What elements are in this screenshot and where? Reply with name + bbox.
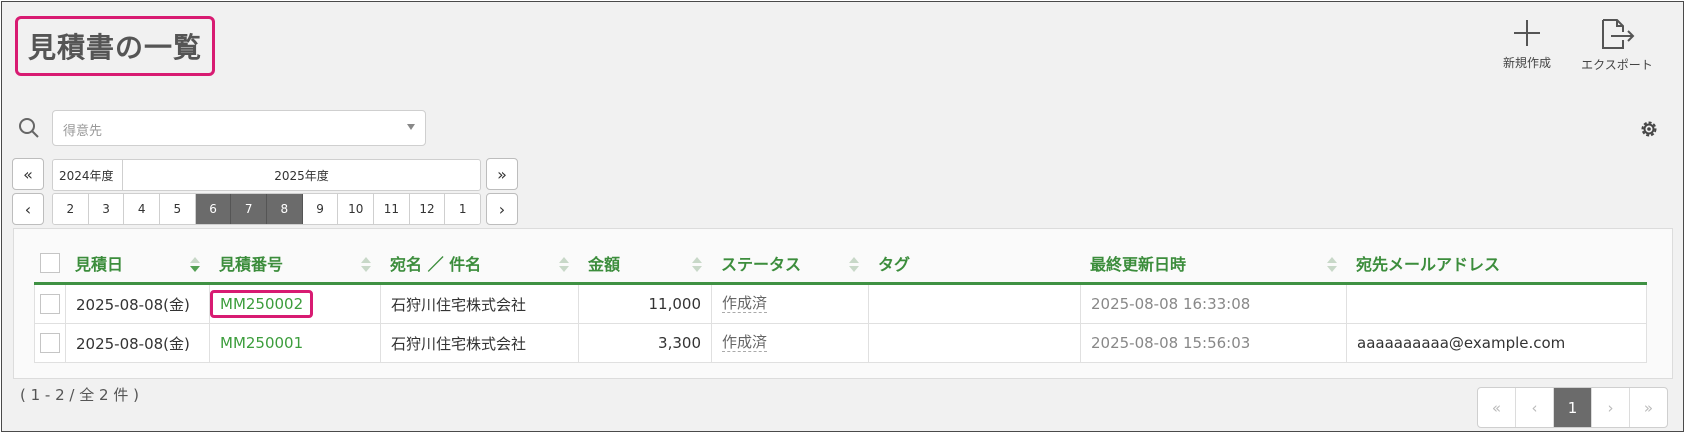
prev-page-button[interactable]: ‹ [1516,388,1554,427]
month-tab[interactable]: 1 [445,194,480,224]
column-header-updated[interactable]: 最終更新日時 [1081,243,1347,285]
column-header-status[interactable]: ステータス [712,243,869,285]
sort-icon [559,257,569,273]
month-next-button[interactable]: › [486,193,518,225]
column-header-email: 宛先メールアドレス [1347,243,1647,285]
updated-cell: 2025-08-08 16:33:08 [1081,285,1347,324]
column-header-label: 見積番号 [219,254,284,274]
addressee-cell: 石狩川住宅株式会社 [381,324,579,363]
customer-select[interactable]: 得意先 [52,110,426,146]
new-button-label: 新規作成 [1502,56,1551,70]
column-header-label: 宛先メールアドレス [1356,254,1501,274]
column-header-label: 宛名 ／ 件名 [390,254,482,274]
month-tab[interactable]: 2 [53,194,89,224]
updated-cell: 2025-08-08 15:56:03 [1081,324,1347,363]
record-count: ( 1 - 2 / 全 2 件 ) [20,386,139,404]
export-icon [1602,19,1635,49]
row-select-cell [34,324,66,363]
column-header-date[interactable]: 見積日 [66,243,210,285]
gear-icon[interactable] [1638,118,1660,140]
sort-icon [190,257,200,273]
last-page-button[interactable]: » [1630,388,1667,427]
number-cell: MM250002 [210,285,381,324]
column-header-label: 金額 [588,254,621,274]
month-tab-selected[interactable]: 8 [267,194,303,224]
export-button[interactable]: エクスポート [1572,18,1662,73]
status-text: 作成済 [722,333,768,352]
double-chevron-right-icon: » [497,164,507,184]
year-selector: 2024年度 2025年度 [52,159,481,191]
select-all-checkbox[interactable] [40,252,60,273]
double-chevron-left-icon: « [23,164,33,184]
page-title: 見積書の一覧 [27,31,202,64]
month-tab[interactable]: 12 [409,194,446,224]
column-header-label: 最終更新日時 [1090,254,1187,274]
new-button[interactable]: 新規作成 [1492,18,1562,71]
month-tab[interactable]: 10 [338,194,375,224]
email-cell [1347,285,1647,324]
sort-icon [1327,257,1337,273]
pagination: « ‹ 1 › » [1477,387,1668,428]
sort-icon [361,257,371,273]
month-tab[interactable]: 3 [88,194,125,224]
chevron-left-icon: ‹ [24,199,32,219]
title-highlight: 見積書の一覧 [15,16,215,76]
sort-icon [692,257,702,273]
chevron-down-icon [407,124,415,130]
column-header-addressee[interactable]: 宛名 ／ 件名 [381,243,579,285]
month-tab-selected[interactable]: 7 [231,194,268,224]
addressee-cell: 石狩川住宅株式会社 [381,285,579,324]
estimate-table: 見積日 見積番号 宛名 ／ 件名 金額 ステータス タグ 最終更新日時 宛先メー… [34,243,1654,363]
column-header-amount[interactable]: 金額 [579,243,712,285]
amount-cell: 11,000 [579,285,712,324]
year-next-button[interactable]: » [486,158,518,190]
year-prev-button[interactable]: « [12,158,44,190]
chevron-right-icon: › [498,199,506,219]
month-selector: 2 3 4 5 6 7 8 9 10 11 12 1 [52,193,481,225]
month-tab[interactable]: 11 [374,194,410,224]
month-tab-selected[interactable]: 6 [195,194,232,224]
amount-cell: 3,300 [579,324,712,363]
row-select-cell [34,285,66,324]
status-text: 作成済 [722,294,768,313]
email-cell: aaaaaaaaaa@example.com [1347,324,1647,363]
sort-icon [849,257,859,273]
row-checkbox[interactable] [40,294,60,314]
estimate-number-link[interactable]: MM250002 [210,290,314,318]
first-page-button[interactable]: « [1478,388,1516,427]
month-tab[interactable]: 5 [160,194,196,224]
month-tab[interactable]: 9 [302,194,339,224]
estimate-number-link[interactable]: MM250001 [210,324,381,363]
column-header-label: タグ [878,254,911,274]
tag-cell [869,324,1081,363]
column-header-label: ステータス [721,254,802,274]
current-page-button[interactable]: 1 [1554,388,1592,427]
estimate-table-card: 見積日 見積番号 宛名 ／ 件名 金額 ステータス タグ 最終更新日時 宛先メー… [13,228,1673,379]
next-page-button[interactable]: › [1592,388,1630,427]
month-prev-button[interactable]: ‹ [12,193,44,225]
row-checkbox[interactable] [40,333,60,353]
column-header-tag: タグ [869,243,1081,285]
year-current-label: 2025年度 [274,168,329,183]
column-header-number[interactable]: 見積番号 [210,243,381,285]
year-prev-label[interactable]: 2024年度 [53,160,123,190]
date-cell: 2025-08-08(金) [66,324,210,363]
month-tab[interactable]: 4 [124,194,161,224]
app-window: 見積書の一覧 新規作成 エクスポート 得意先 « 2024年度 2025年度 »… [1,1,1684,432]
select-all-header [34,243,66,285]
date-cell: 2025-08-08(金) [66,285,210,324]
column-header-label: 見積日 [75,254,124,274]
status-cell: 作成済 [712,324,869,363]
plus-icon [1514,20,1540,46]
tag-cell [869,285,1081,324]
customer-select-placeholder: 得意先 [63,124,103,139]
export-button-label: エクスポート [1581,58,1653,72]
search-icon [19,118,39,138]
status-cell: 作成済 [712,285,869,324]
